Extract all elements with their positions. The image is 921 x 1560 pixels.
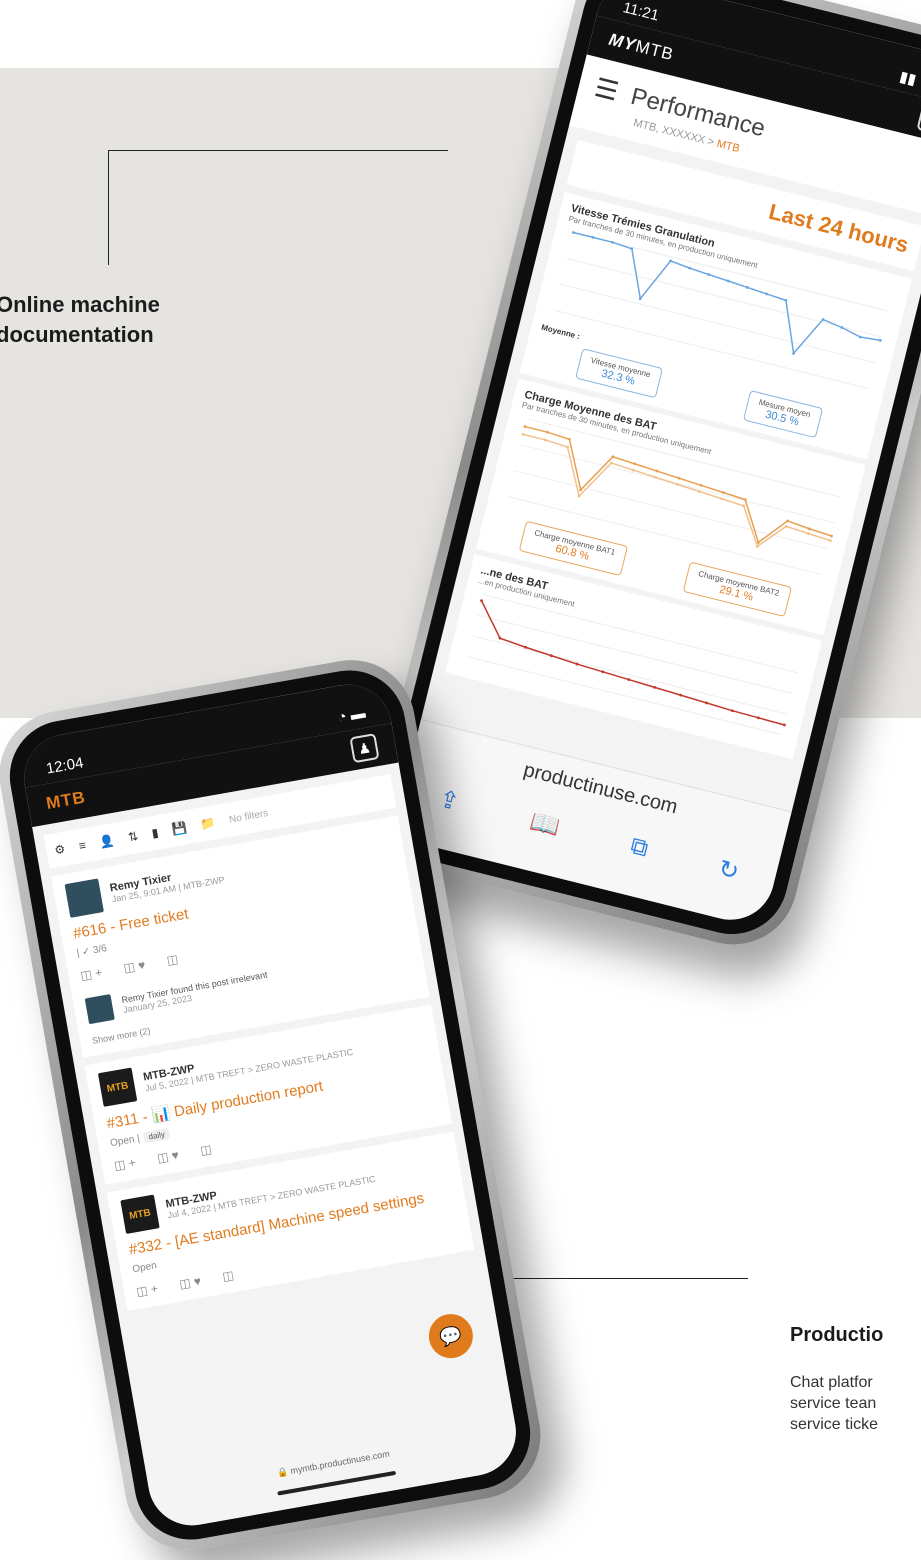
ticket-tag[interactable]: daily bbox=[142, 1127, 171, 1144]
user-icon[interactable]: ♟ bbox=[349, 733, 380, 764]
callout-production-title: Productio bbox=[790, 1324, 884, 1346]
data-point bbox=[679, 693, 682, 697]
data-point bbox=[633, 462, 637, 466]
data-point bbox=[653, 685, 657, 689]
data-point bbox=[655, 469, 659, 473]
sort-icon[interactable]: ⇅ bbox=[127, 829, 139, 845]
callout-documentation-line1: Online machine bbox=[0, 292, 160, 317]
avatar bbox=[84, 994, 115, 1025]
data-point bbox=[830, 534, 833, 538]
signal-icons: ◔ ▬ bbox=[336, 704, 367, 727]
filter-label: No filters bbox=[228, 807, 269, 826]
status-text: Open | bbox=[109, 1133, 141, 1150]
data-point bbox=[878, 338, 882, 342]
avatar bbox=[64, 878, 104, 918]
save-icon[interactable]: 💾 bbox=[171, 820, 188, 836]
data-point bbox=[591, 236, 595, 239]
reaction-like-icon[interactable]: ◫ ♥ bbox=[178, 1274, 202, 1292]
data-point bbox=[523, 425, 527, 428]
data-point bbox=[730, 709, 734, 713]
data-point bbox=[720, 497, 723, 501]
callout-line-h bbox=[108, 150, 448, 151]
callout-production-text3: service ticke bbox=[790, 1416, 879, 1433]
logo-mtb: MTB bbox=[633, 36, 676, 65]
callout-production-text2: service tean bbox=[790, 1395, 877, 1412]
data-point bbox=[631, 468, 635, 472]
breadcrumb-link[interactable]: MTB bbox=[716, 138, 741, 155]
reaction-add-icon[interactable]: ◫ + bbox=[135, 1281, 159, 1299]
status-time: 12:04 bbox=[44, 754, 85, 778]
data-point bbox=[521, 432, 525, 436]
reaction-add-icon[interactable]: ◫ + bbox=[113, 1155, 137, 1173]
reaction-comment-icon[interactable]: ◫ bbox=[221, 1268, 235, 1284]
data-point bbox=[549, 654, 553, 658]
data-point bbox=[601, 670, 605, 674]
settings-icon[interactable]: ⚙ bbox=[53, 842, 66, 858]
data-point bbox=[566, 445, 569, 449]
callout-documentation: Online machine documentation bbox=[0, 290, 160, 350]
user-filter-icon[interactable]: 👤 bbox=[98, 833, 115, 849]
data-point bbox=[627, 678, 631, 681]
app-logo[interactable]: MTB bbox=[45, 787, 88, 814]
reload-icon[interactable]: ↻ bbox=[715, 854, 742, 887]
data-point bbox=[705, 701, 708, 705]
data-point bbox=[568, 437, 571, 441]
data-point bbox=[677, 476, 681, 480]
data-point bbox=[545, 430, 549, 434]
callout-documentation-line2: documentation bbox=[0, 322, 154, 347]
list-icon[interactable]: ≡ bbox=[78, 838, 87, 853]
status-filter-icon[interactable]: ▮ bbox=[151, 825, 160, 840]
data-point bbox=[828, 539, 832, 543]
data-point bbox=[698, 490, 701, 493]
reaction-comment-icon[interactable]: ◫ bbox=[166, 952, 180, 968]
data-point bbox=[544, 438, 547, 442]
reaction-like-icon[interactable]: ◫ ♥ bbox=[156, 1148, 180, 1166]
bookmarks-icon[interactable]: 📖 bbox=[527, 807, 563, 842]
status-time: 11:21 bbox=[621, 0, 661, 25]
data-point bbox=[571, 231, 575, 234]
app-logo[interactable]: MYMTB bbox=[607, 30, 676, 65]
data-point bbox=[575, 662, 579, 666]
callout-production-text1: Chat platfor bbox=[790, 1374, 873, 1391]
data-point bbox=[756, 716, 760, 720]
reaction-like-icon[interactable]: ◫ ♥ bbox=[123, 958, 147, 976]
menu-icon[interactable]: ☰ bbox=[591, 72, 622, 108]
callout-line-production bbox=[480, 1278, 748, 1279]
folder-icon[interactable]: 📁 bbox=[199, 815, 216, 831]
callout-line-v bbox=[108, 150, 109, 265]
callout-production-text: Chat platfor service tean service ticke bbox=[790, 1372, 878, 1435]
data-point bbox=[806, 532, 810, 535]
share-icon[interactable]: ⇪ bbox=[436, 784, 463, 817]
user-icon[interactable]: ♟ bbox=[916, 104, 921, 136]
avatar: MTB bbox=[120, 1194, 160, 1234]
data-point bbox=[721, 491, 725, 494]
avatar: MTB bbox=[97, 1067, 138, 1107]
data-point bbox=[699, 483, 703, 487]
grid-line bbox=[467, 656, 783, 736]
chat-fab-icon[interactable]: 💬 bbox=[425, 1310, 477, 1362]
data-point bbox=[783, 723, 786, 727]
tabs-icon[interactable]: ⧉ bbox=[627, 832, 651, 864]
reaction-add-icon[interactable]: ◫ + bbox=[79, 965, 103, 983]
reaction-comment-icon[interactable]: ◫ bbox=[199, 1142, 213, 1158]
